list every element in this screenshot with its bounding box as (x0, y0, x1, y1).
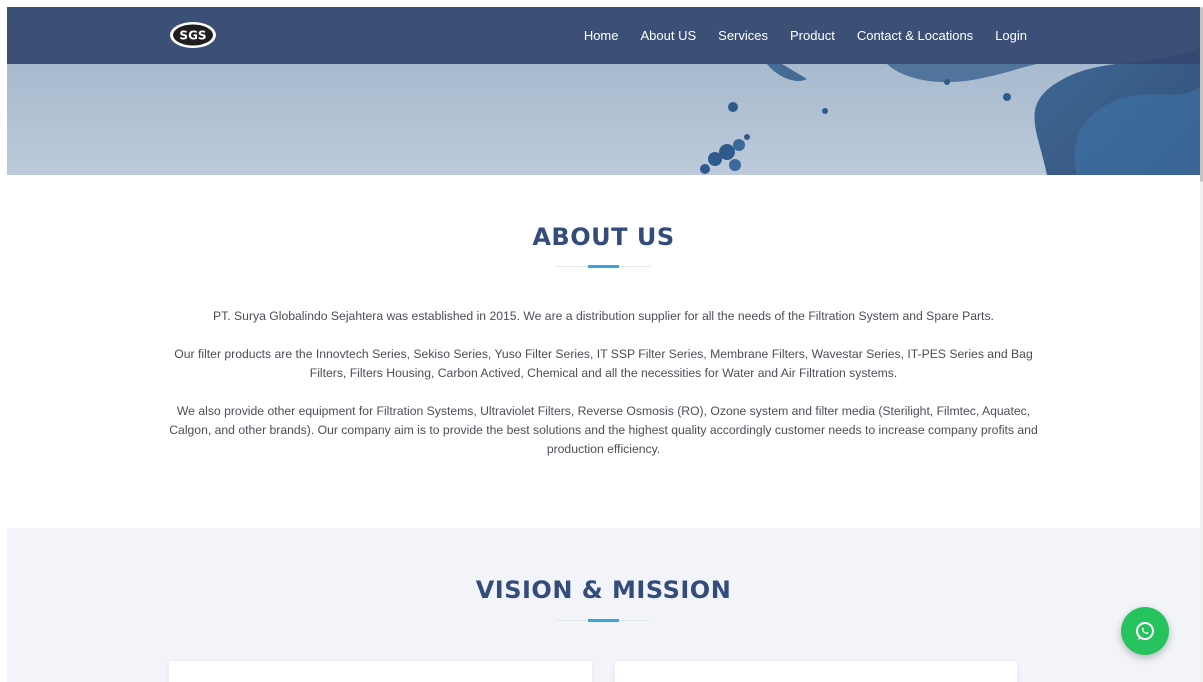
main-nav: Home About US Services Product Contact &… (573, 7, 1038, 64)
vision-mission-section: VISION & MISSION (7, 528, 1200, 682)
about-paragraph: We also provide other equipment for Filt… (169, 404, 1038, 456)
nav-product[interactable]: Product (779, 28, 846, 43)
whatsapp-icon (1136, 622, 1154, 640)
whatsapp-chat-button[interactable] (1121, 607, 1169, 655)
about-title-divider (556, 265, 651, 268)
about-paragraph: Our filter products are the Innovtech Se… (174, 347, 1033, 380)
mission-card (615, 661, 1017, 682)
nav-about-us[interactable]: About US (630, 28, 708, 43)
nav-contact-locations[interactable]: Contact & Locations (846, 28, 984, 43)
nav-services[interactable]: Services (707, 28, 779, 43)
company-logo[interactable]: SGS (168, 20, 218, 50)
divider-accent (588, 265, 619, 268)
about-description: PT. Surya Globalindo Sejahtera was estab… (162, 307, 1045, 478)
page: SGS Home About US Services Product Conta… (7, 7, 1200, 682)
sgs-logo-icon: SGS (170, 22, 216, 48)
vision-title: VISION & MISSION (475, 576, 732, 604)
about-section: ABOUT US PT. Surya Globalindo Sejahtera … (7, 175, 1200, 528)
divider-accent (588, 619, 619, 622)
about-title: ABOUT US (532, 223, 675, 251)
nav-login[interactable]: Login (984, 28, 1038, 43)
top-navbar: SGS Home About US Services Product Conta… (7, 7, 1200, 64)
about-paragraph: PT. Surya Globalindo Sejahtera was estab… (213, 309, 994, 323)
nav-home[interactable]: Home (573, 28, 630, 43)
vision-card (169, 661, 592, 682)
svg-text:SGS: SGS (179, 29, 206, 43)
vision-title-divider (556, 619, 651, 622)
